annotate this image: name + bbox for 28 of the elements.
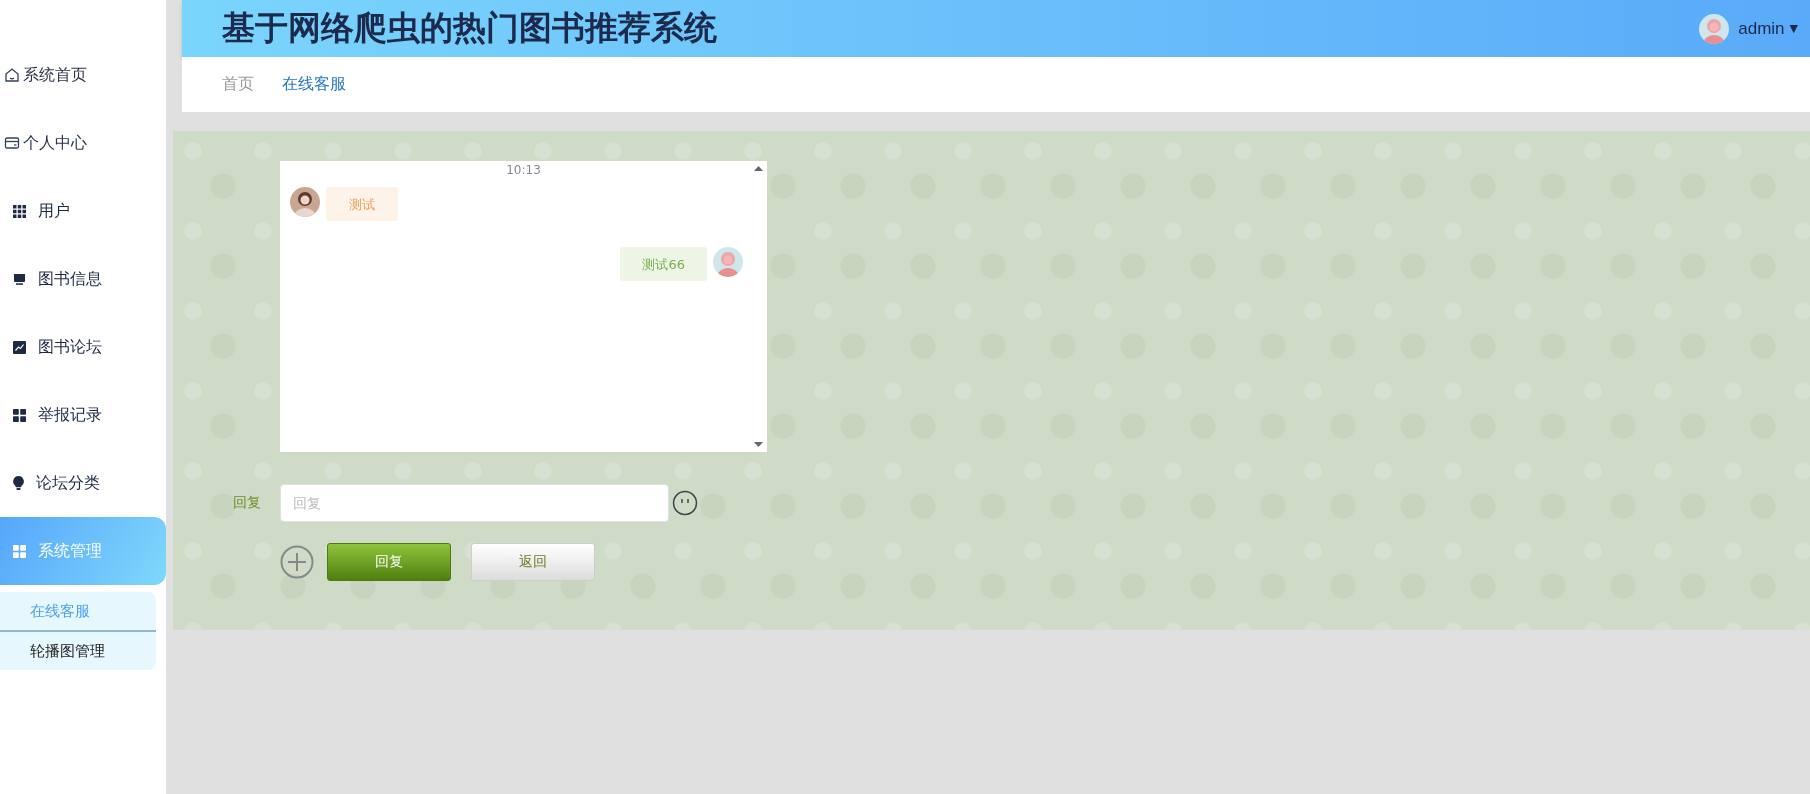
user-name[interactable]: admin bbox=[1738, 18, 1785, 39]
sidebar-item[interactable]: 系统首页 bbox=[0, 41, 166, 109]
submenu-item[interactable]: 轮播图管理 bbox=[0, 632, 156, 670]
site-title: 基于网络爬虫的热门图书推荐系统 bbox=[222, 7, 717, 49]
reply-input[interactable]: 回复 bbox=[280, 484, 669, 522]
message-bubble: 测试66 bbox=[620, 247, 707, 281]
tiles-icon bbox=[13, 544, 26, 558]
sidebar-item[interactable]: 图书论坛 bbox=[0, 313, 166, 381]
scroll-down-icon[interactable] bbox=[753, 442, 763, 447]
reply-label: 回复 bbox=[233, 494, 262, 512]
grid-icon bbox=[13, 204, 26, 218]
scroll-up-icon[interactable] bbox=[753, 166, 763, 171]
emoji-icon[interactable] bbox=[672, 490, 698, 516]
sidebar-item[interactable]: 论坛分类 bbox=[0, 449, 166, 517]
bulb-icon bbox=[13, 476, 24, 490]
sidebar-item[interactable]: 用户 bbox=[0, 177, 166, 245]
sidebar-item[interactable]: 举报记录 bbox=[0, 381, 166, 449]
tiles-icon bbox=[13, 408, 26, 422]
breadcrumb-item[interactable]: 在线客服 bbox=[282, 74, 346, 95]
sidebar-item[interactable]: 图书信息 bbox=[0, 245, 166, 313]
message-bubble: 测试 bbox=[326, 187, 398, 221]
back-button[interactable]: 返回 bbox=[471, 543, 595, 581]
message-time: 10:13 bbox=[506, 163, 541, 177]
home-icon bbox=[4, 67, 20, 83]
caret-icon[interactable]: ▼ bbox=[1789, 22, 1798, 35]
card-icon bbox=[4, 135, 20, 151]
sidebar-item[interactable]: 个人中心 bbox=[0, 109, 166, 177]
chart-icon bbox=[13, 340, 26, 354]
